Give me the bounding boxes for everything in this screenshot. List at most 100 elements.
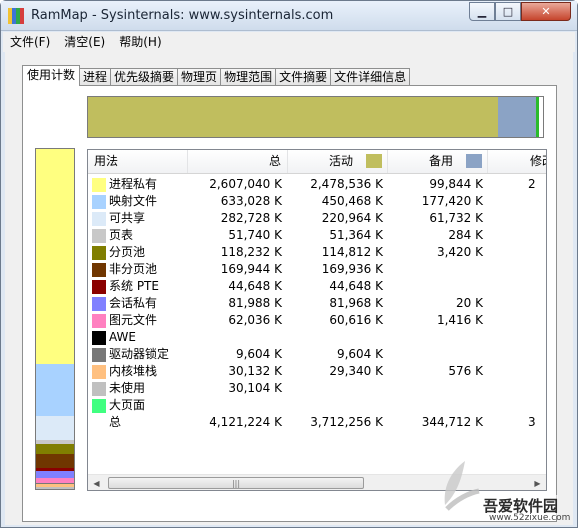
row-usage-name: 会话私有 [109,296,158,310]
category-color-swatch [92,263,106,277]
usage-segment [36,149,74,365]
row-standby: 99,844 K [429,177,483,191]
client-area: 使用计数 进程 优先级摘要 物理页 物理范围 文件摘要 文件详细信息 用法 总 … [5,52,573,525]
minimize-icon: ▁ [477,5,487,18]
header-modified-label: 修改 [530,154,546,168]
tab-physical-pages[interactable]: 物理页 [177,68,222,86]
row-standby: 576 K [448,364,483,378]
scroll-thumb[interactable]: ||| [108,477,364,489]
horizontal-scrollbar[interactable]: ◀ ||| ▶ [88,474,546,490]
tab-strip: 使用计数 进程 优先级摘要 物理页 物理范围 文件摘要 文件详细信息 [22,65,411,86]
scroll-left-button[interactable]: ◀ [88,475,105,490]
row-modified: 3 [528,415,536,429]
row-standby: 3,420 K [436,245,483,259]
row-active: 3,712,256 K [310,415,383,429]
usage-segment [36,486,74,490]
header-usage[interactable]: 用法 [88,150,188,173]
category-color-swatch [92,229,106,243]
category-color-swatch [92,178,106,192]
row-total: 62,036 K [228,313,282,327]
table-row[interactable]: 可共享 282,728 K 220,964 K 61,732 K [88,210,546,227]
row-total: 30,132 K [228,364,282,378]
header-total[interactable]: 总 [188,150,288,173]
overview-segment [497,97,536,137]
row-active: 81,968 K [329,296,383,310]
header-standby-label: 备用 [428,154,453,168]
menu-help[interactable]: 帮助(H) [112,32,168,52]
table-row[interactable]: 映射文件 633,028 K 450,468 K 177,420 K [88,193,546,210]
header-standby[interactable]: 备用 [388,150,488,173]
active-color-swatch [366,154,382,168]
row-active: 114,812 K [321,245,383,259]
row-usage-name: 非分页池 [109,262,158,276]
menu-empty[interactable]: 清空(E) [57,32,112,52]
row-usage-name: AWE [109,330,136,344]
title-bar[interactable]: RamMap - Sysinternals: www.sysinternals.… [1,1,577,31]
row-modified: 2 [528,177,536,191]
tab-processes[interactable]: 进程 [79,68,112,86]
row-standby: 344,712 K [421,415,483,429]
category-color-swatch [92,382,106,396]
tab-physical-ranges[interactable]: 物理范围 [220,68,277,86]
table-row[interactable]: 会话私有 81,988 K 81,968 K 20 K [88,295,546,312]
standby-color-swatch [466,154,482,168]
row-total: 282,728 K [220,211,282,225]
usage-segment [36,416,74,440]
row-standby: 1,416 K [436,313,483,327]
category-color-swatch [92,399,106,413]
row-usage-name: 可共享 [109,211,146,225]
category-color-swatch [92,365,106,379]
row-active: 220,964 K [321,211,383,225]
row-active: 9,604 K [336,347,383,361]
chevron-left-icon: ◀ [93,478,100,488]
category-color-swatch [92,246,106,260]
header-active[interactable]: 活动 [288,150,388,173]
scroll-right-button[interactable]: ▶ [529,475,546,490]
usage-segment [36,364,74,417]
table-row[interactable]: 内核堆栈 30,132 K 29,340 K 576 K [88,363,546,380]
table-row[interactable]: 系统 PTE 44,648 K 44,648 K [88,278,546,295]
close-button[interactable]: ✕ [521,2,571,21]
usage-segment [36,471,74,479]
table-rows: 进程私有 2,607,040 K 2,478,536 K 99,844 K 2 映射文件 6… [88,176,546,431]
table-row[interactable]: 未使用 30,104 K [88,380,546,397]
table-row[interactable]: 驱动器锁定 9,604 K 9,604 K [88,346,546,363]
row-standby: 284 K [448,228,483,242]
table-row[interactable]: AWE [88,329,546,346]
usage-segment [36,453,74,468]
tab-file-summary[interactable]: 文件摘要 [275,68,332,86]
rammap-app-icon [8,8,24,24]
table-row[interactable]: 非分页池 169,944 K 169,936 K [88,261,546,278]
row-total: 633,028 K [220,194,282,208]
table-row[interactable]: 总 4,121,224 K 3,712,256 K 344,712 K 3 [88,414,546,431]
row-usage-name: 驱动器锁定 [109,347,170,361]
menu-file[interactable]: 文件(F) [3,32,57,52]
row-total: 118,232 K [220,245,282,259]
header-modified[interactable]: 修改 [488,150,546,173]
row-usage-name: 内核堆栈 [109,364,158,378]
maximize-button[interactable]: □ [495,2,521,21]
row-usage-name: 大页面 [109,398,146,412]
table-row[interactable]: 图元文件 62,036 K 60,616 K 1,416 K [88,312,546,329]
table-row[interactable]: 进程私有 2,607,040 K 2,478,536 K 99,844 K 2 [88,176,546,193]
tab-priority-summary[interactable]: 优先级摘要 [110,68,179,86]
maximize-icon: □ [502,5,514,18]
row-active: 44,648 K [329,279,383,293]
row-usage-name: 页表 [109,228,134,242]
tab-use-counts[interactable]: 使用计数 [22,65,81,86]
row-total: 169,944 K [220,262,282,276]
table-row[interactable]: 分页池 118,232 K 114,812 K 3,420 K [88,244,546,261]
table-row[interactable]: 页表 51,740 K 51,364 K 284 K [88,227,546,244]
row-usage-name: 进程私有 [109,177,158,191]
row-total: 4,121,224 K [209,415,282,429]
overview-segment [88,97,498,137]
table-row[interactable]: 大页面 [88,397,546,414]
row-active: 51,364 K [329,228,383,242]
category-color-swatch [92,195,106,209]
row-usage-name: 总 [109,415,122,429]
minimize-button[interactable]: ▁ [469,2,495,21]
tab-file-details[interactable]: 文件详细信息 [330,68,411,86]
row-total: 30,104 K [228,381,282,395]
header-usage-label: 用法 [94,154,119,168]
row-standby: 20 K [456,296,483,310]
